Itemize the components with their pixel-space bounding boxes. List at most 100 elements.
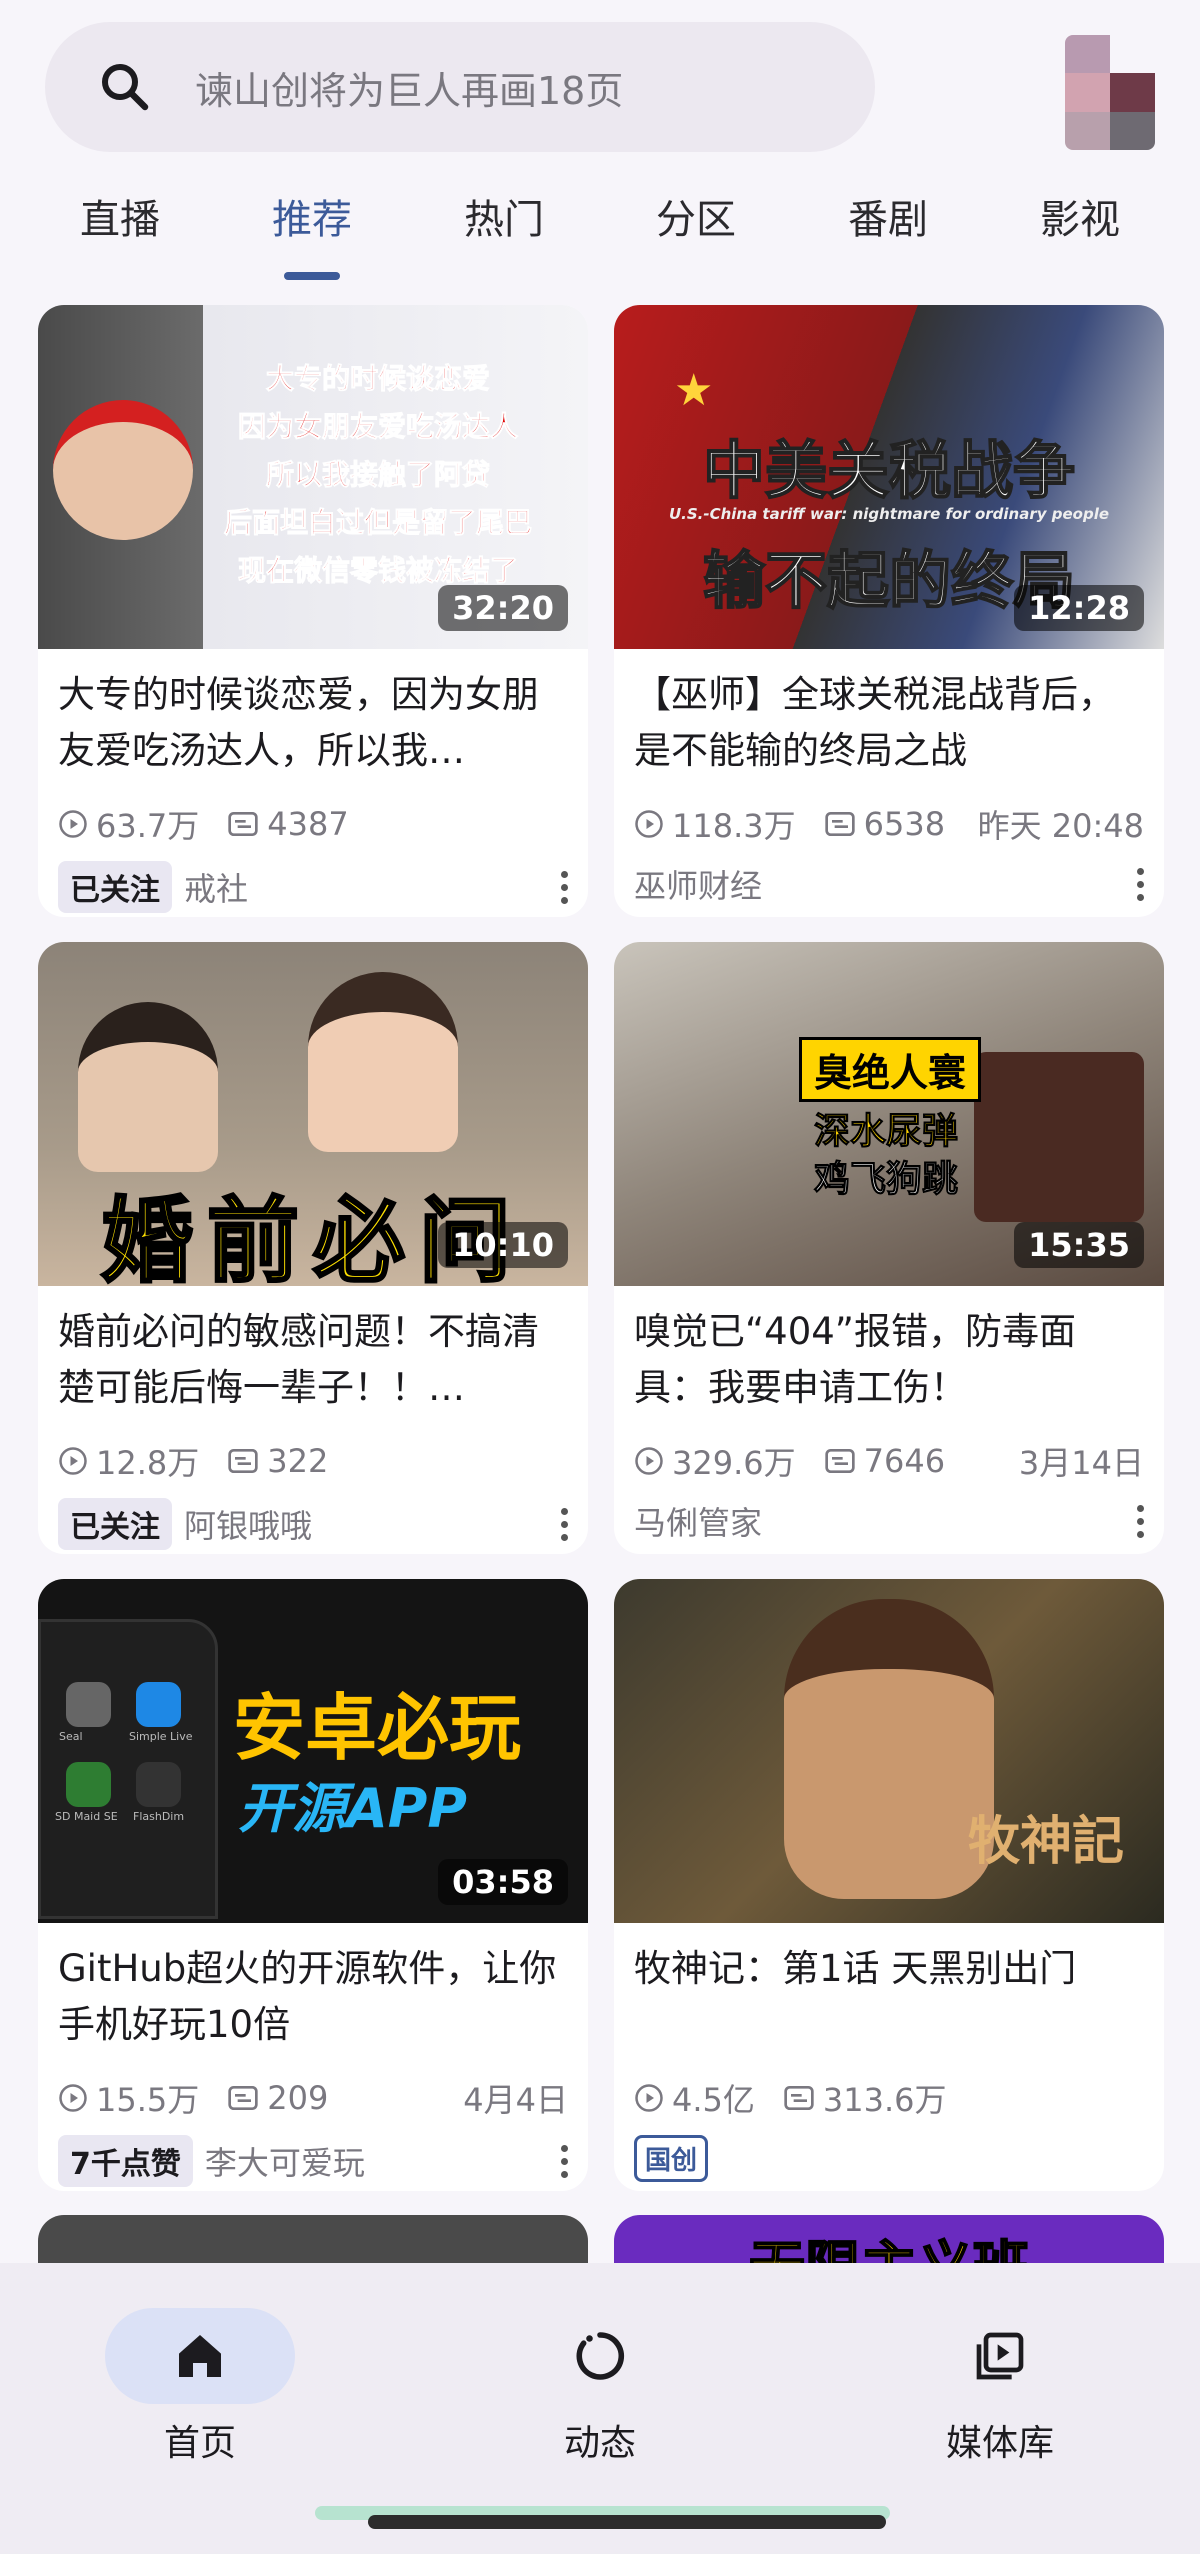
- view-count: 329.6万: [672, 1444, 796, 1482]
- gesture-bar[interactable]: [368, 2515, 886, 2529]
- search-bar[interactable]: 谏山创将为巨人再画18页: [45, 22, 875, 152]
- followed-badge: 已关注: [58, 1498, 172, 1550]
- followed-badge: 已关注: [58, 861, 172, 913]
- video-author: 马俐管家: [614, 1498, 1164, 1544]
- video-thumbnail: 婚前必问 10:10: [38, 942, 588, 1286]
- more-options-icon[interactable]: [1137, 1504, 1144, 1538]
- view-count: 15.5万: [96, 2081, 200, 2119]
- video-thumbnail: ★ 中美关税战争 U.S.-China tariff war: nightmar…: [614, 305, 1164, 649]
- video-author: 已关注 阿银哦哦: [38, 1498, 588, 1550]
- video-stats: 329.6万 7646 3月14日: [614, 1438, 1164, 1484]
- duration-badge: 03:58: [438, 1859, 568, 1905]
- play-count-icon: [635, 1447, 663, 1475]
- view-count: 118.3万: [672, 807, 796, 845]
- video-card[interactable]: 臭绝人寰 深水尿弹 鸡飞狗跳 15:35 嗅觉已“404”报错，防毒面具：我要申…: [614, 942, 1164, 1554]
- search-placeholder: 谏山创将为巨人再画18页: [195, 68, 624, 113]
- danmaku-count: 4387: [267, 805, 349, 843]
- video-title: 婚前必问的敏感问题！不搞清楚可能后悔一辈子！！…: [58, 1310, 539, 1409]
- danmaku-count: 209: [267, 2079, 329, 2117]
- video-title: 嗅觉已“404”报错，防毒面具：我要申请工伤！: [634, 1310, 1076, 1409]
- video-author: 国创: [614, 2135, 1164, 2182]
- video-feed: 大专的时候谈恋爱 因为女朋友爱吃汤达人 所以我接触了阿贷 后面坦白过但是留了尾巴…: [38, 305, 1164, 2191]
- nav-media-library[interactable]: 媒体库: [900, 2308, 1100, 2466]
- search-icon: [102, 64, 149, 111]
- video-card[interactable]: 大专的时候谈恋爱 因为女朋友爱吃汤达人 所以我接触了阿贷 后面坦白过但是留了尾巴…: [38, 305, 588, 917]
- danmaku-icon: [228, 2086, 258, 2110]
- duration-badge: 15:35: [1014, 1222, 1144, 1268]
- play-count-icon: [59, 810, 87, 838]
- author-name[interactable]: 戒社: [184, 864, 248, 910]
- nav-dynamic[interactable]: 动态: [500, 2308, 700, 2466]
- danmaku-icon: [228, 812, 258, 836]
- danmaku-count: 322: [267, 1442, 329, 1480]
- danmaku-icon: [824, 1449, 855, 1473]
- video-thumbnail: 大专的时候谈恋爱 因为女朋友爱吃汤达人 所以我接触了阿贷 后面坦白过但是留了尾巴…: [38, 305, 588, 649]
- video-author: 巫师财经: [614, 861, 1164, 907]
- refresh-circle-icon: [576, 2332, 625, 2380]
- publish-date: 4月4日: [463, 2081, 568, 2119]
- view-count: 4.5亿: [672, 2081, 755, 2119]
- nav-home[interactable]: 首页: [100, 2308, 300, 2466]
- video-title: 【巫师】全球关税混战背后，是不能输的终局之战: [634, 673, 1115, 772]
- thumb-character: [784, 1599, 994, 1899]
- video-stats: 118.3万 6538 昨天 20:48: [614, 801, 1164, 847]
- video-card[interactable]: Seal Simple Live SD Maid SE FlashDim 安卓必…: [38, 1579, 588, 2191]
- thumb-person: [53, 400, 193, 540]
- video-title: 大专的时候谈恋爱，因为女朋友爱吃汤达人，所以我…: [58, 673, 539, 772]
- likes-badge: 7千点赞: [58, 2135, 193, 2187]
- tab-popular[interactable]: 热门: [444, 180, 564, 280]
- nav-dynamic-label: 动态: [563, 2423, 636, 2464]
- author-name[interactable]: 马俐管家: [634, 1498, 762, 1544]
- video-stats: 63.7万 4387: [38, 801, 588, 847]
- play-count-icon: [59, 2084, 87, 2112]
- author-name[interactable]: 阿银哦哦: [184, 1501, 312, 1547]
- video-card[interactable]: 婚前必问 10:10 婚前必问的敏感问题！不搞清楚可能后悔一辈子！！… 12.8…: [38, 942, 588, 1554]
- danmaku-icon: [824, 812, 855, 836]
- top-tabs: 直播 推荐 热门 分区 番剧 影视: [60, 180, 1140, 280]
- more-options-icon[interactable]: [561, 2144, 568, 2178]
- author-name[interactable]: 李大可爱玩: [205, 2138, 365, 2184]
- media-library-icon: [976, 2332, 1024, 2380]
- thumb-person: [308, 972, 458, 1152]
- more-options-icon[interactable]: [561, 870, 568, 904]
- thumb-phone: Seal Simple Live SD Maid SE FlashDim: [38, 1619, 218, 1919]
- duration-badge: 12:28: [1014, 585, 1144, 631]
- nav-media-library-label: 媒体库: [945, 2423, 1054, 2464]
- video-title: GitHub超火的开源软件，让你手机好玩10倍: [58, 1947, 557, 2046]
- category-badge: 国创: [634, 2135, 709, 2182]
- view-count: 63.7万: [96, 807, 200, 845]
- tab-live[interactable]: 直播: [60, 180, 180, 280]
- video-thumbnail: 臭绝人寰 深水尿弹 鸡飞狗跳 15:35: [614, 942, 1164, 1286]
- more-options-icon[interactable]: [1137, 867, 1144, 901]
- duration-badge: 10:10: [438, 1222, 568, 1268]
- play-count-icon: [59, 1447, 87, 1475]
- tab-recommend[interactable]: 推荐: [252, 180, 372, 280]
- tab-categories[interactable]: 分区: [636, 180, 756, 280]
- tab-movies[interactable]: 影视: [1020, 180, 1140, 280]
- more-options-icon[interactable]: [561, 1507, 568, 1541]
- nav-home-label: 首页: [163, 2423, 236, 2464]
- publish-date: 昨天 20:48: [977, 807, 1144, 845]
- video-thumbnail: Seal Simple Live SD Maid SE FlashDim 安卓必…: [38, 1579, 588, 1923]
- video-stats: 12.8万 322: [38, 1438, 588, 1484]
- duration-badge: 32:20: [438, 585, 568, 631]
- avatar[interactable]: [1065, 35, 1155, 150]
- publish-date: 3月14日: [1018, 1444, 1144, 1482]
- video-thumbnail: 牧神記: [614, 1579, 1164, 1923]
- video-title: 牧神记：第1话 天黑别出门: [634, 1947, 1077, 1990]
- danmaku-count: 6538: [863, 805, 946, 843]
- video-stats: 15.5万 209 4月4日: [38, 2075, 588, 2121]
- danmaku-count: 7646: [863, 1442, 946, 1480]
- danmaku-count: 313.6万: [822, 2081, 947, 2119]
- play-count-icon: [635, 810, 663, 838]
- tab-anime[interactable]: 番剧: [828, 180, 948, 280]
- video-author: 7千点赞 李大可爱玩: [38, 2135, 588, 2187]
- thumb-person: [78, 1002, 218, 1172]
- home-icon: [179, 2335, 221, 2377]
- author-name[interactable]: 巫师财经: [634, 861, 762, 907]
- danmaku-icon: [784, 2086, 814, 2110]
- video-card[interactable]: 牧神記 牧神记：第1话 天黑别出门 4.5亿 313.6万 国创: [614, 1579, 1164, 2191]
- video-card[interactable]: ★ 中美关税战争 U.S.-China tariff war: nightmar…: [614, 305, 1164, 917]
- video-author: 已关注 戒社: [38, 861, 588, 913]
- view-count: 12.8万: [96, 1444, 200, 1482]
